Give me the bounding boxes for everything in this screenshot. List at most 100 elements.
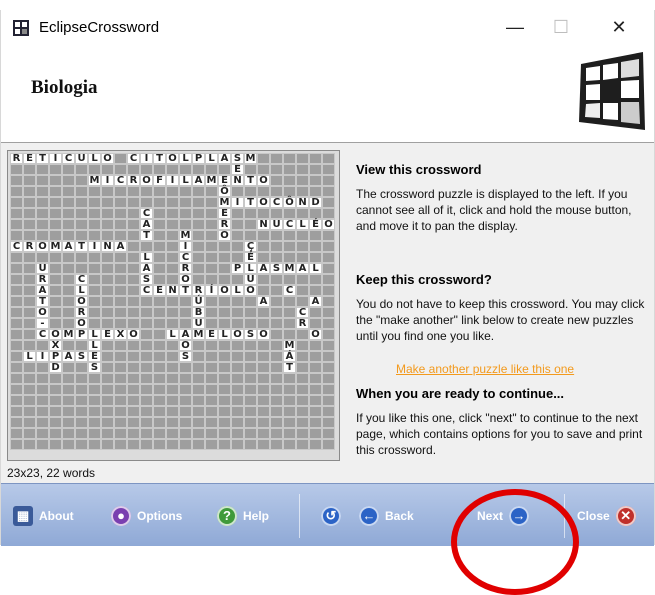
crossword-blank-cell [153, 340, 166, 351]
crossword-blank-cell [101, 197, 114, 208]
crossword-blank-cell [36, 175, 49, 186]
crossword-blank-cell [257, 186, 270, 197]
crossword-blank-cell [127, 197, 140, 208]
crossword-blank-cell [296, 175, 309, 186]
crossword-blank-cell [244, 351, 257, 362]
crossword-blank-cell [231, 318, 244, 329]
crossword-blank-cell [192, 373, 205, 384]
crossword-blank-cell [296, 395, 309, 406]
crossword-letter-cell: I [140, 153, 153, 164]
crossword-blank-cell [23, 384, 36, 395]
crossword-letter-cell: C [283, 285, 296, 296]
maximize-button[interactable]: ☐ [538, 10, 584, 44]
crossword-blank-cell [322, 153, 335, 164]
crossword-blank-cell [309, 362, 322, 373]
title-bar[interactable]: EclipseCrossword — ☐ ✕ [1, 10, 654, 44]
crossword-blank-cell [127, 285, 140, 296]
crossword-blank-cell [322, 351, 335, 362]
crossword-blank-cell [166, 241, 179, 252]
crossword-blank-cell [101, 439, 114, 450]
crossword-blank-cell [114, 428, 127, 439]
toolbar-divider [299, 494, 300, 538]
crossword-blank-cell [283, 318, 296, 329]
crossword-blank-cell [244, 208, 257, 219]
close-window-button[interactable]: ✕ [596, 10, 642, 44]
crossword-blank-cell [114, 318, 127, 329]
crossword-blank-cell [218, 296, 231, 307]
crossword-blank-cell [10, 263, 23, 274]
crossword-blank-cell [62, 219, 75, 230]
crossword-blank-cell [23, 296, 36, 307]
options-button[interactable]: ● Options [111, 504, 182, 528]
crossword-letter-cell: A [179, 329, 192, 340]
crossword-blank-cell [153, 329, 166, 340]
crossword-blank-cell [257, 164, 270, 175]
crossword-blank-cell [166, 340, 179, 351]
crossword-letter-cell: P [75, 329, 88, 340]
crossword-blank-cell [205, 384, 218, 395]
crossword-blank-cell [283, 439, 296, 450]
crossword-blank-cell [205, 197, 218, 208]
crossword-blank-cell [218, 384, 231, 395]
crossword-blank-cell [244, 219, 257, 230]
crossword-letter-cell: O [218, 230, 231, 241]
crossword-blank-cell [49, 274, 62, 285]
crossword-blank-cell [127, 241, 140, 252]
crossword-letter-cell: A [36, 285, 49, 296]
crossword-blank-cell [218, 340, 231, 351]
crossword-blank-cell [296, 417, 309, 428]
crossword-letter-cell: S [140, 274, 153, 285]
crossword-blank-cell [309, 252, 322, 263]
crossword-letter-cell: I [166, 175, 179, 186]
crossword-blank-cell [192, 208, 205, 219]
crossword-letter-cell: Ú [192, 296, 205, 307]
crossword-blank-cell [179, 395, 192, 406]
crossword-blank-cell [88, 252, 101, 263]
crossword-blank-cell [10, 186, 23, 197]
crossword-blank-cell [88, 285, 101, 296]
crossword-blank-cell [322, 230, 335, 241]
crossword-blank-cell [205, 340, 218, 351]
crossword-letter-cell: A [62, 241, 75, 252]
crossword-blank-cell [192, 395, 205, 406]
crossword-letter-cell: R [36, 274, 49, 285]
crossword-blank-cell [114, 252, 127, 263]
crossword-blank-cell [23, 318, 36, 329]
crossword-blank-cell [322, 186, 335, 197]
crossword-letter-cell: O [36, 307, 49, 318]
crossword-blank-cell [140, 362, 153, 373]
crossword-blank-cell [205, 318, 218, 329]
help-icon: ? [217, 505, 237, 526]
crossword-blank-cell [231, 417, 244, 428]
about-button[interactable]: ▦ About [13, 504, 74, 528]
back-button[interactable]: ← Back [359, 504, 414, 528]
crossword-grid[interactable]: RETICULOCITOLPLASMEMICROFILAMENTOÔMITOCÔ… [7, 150, 340, 461]
crossword-blank-cell [205, 208, 218, 219]
crossword-blank-cell [23, 252, 36, 263]
make-another-link[interactable]: Make another puzzle like this one [396, 362, 574, 376]
help-button[interactable]: ? Help [217, 504, 269, 528]
crossword-blank-cell [114, 296, 127, 307]
crossword-blank-cell [205, 395, 218, 406]
crossword-blank-cell [75, 362, 88, 373]
crossword-blank-cell [309, 175, 322, 186]
close-button[interactable]: Close ✕ [577, 504, 636, 528]
crossword-blank-cell [257, 285, 270, 296]
crossword-blank-cell [192, 241, 205, 252]
crossword-letter-cell: R [75, 307, 88, 318]
minimize-button[interactable]: — [492, 10, 538, 44]
crossword-blank-cell [88, 230, 101, 241]
crossword-blank-cell [231, 406, 244, 417]
crossword-blank-cell [49, 208, 62, 219]
crossword-blank-cell [309, 153, 322, 164]
crossword-blank-cell [114, 351, 127, 362]
crossword-blank-cell [322, 274, 335, 285]
next-button[interactable]: Next → [477, 504, 530, 528]
crossword-blank-cell [62, 417, 75, 428]
restart-button[interactable]: ↺ [321, 504, 347, 528]
crossword-blank-cell [23, 307, 36, 318]
crossword-letter-cell: L [205, 153, 218, 164]
options-icon: ● [111, 505, 131, 526]
crossword-letter-cell: Á [283, 351, 296, 362]
crossword-blank-cell [179, 318, 192, 329]
